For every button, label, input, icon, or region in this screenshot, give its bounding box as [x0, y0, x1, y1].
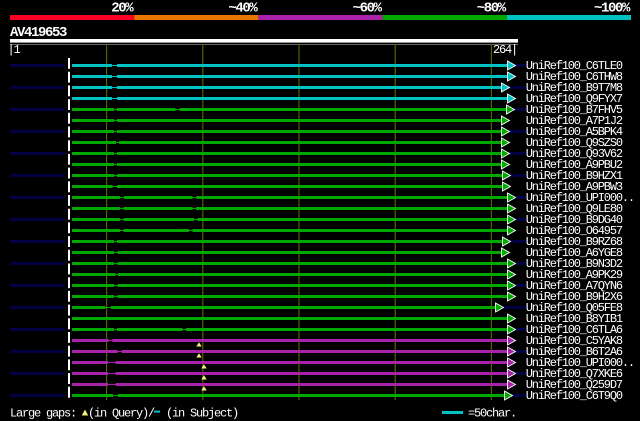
svg-text:(in Query)/: (in Query)/	[88, 406, 155, 420]
svg-text:Large gaps:: Large gaps:	[10, 406, 76, 420]
svg-text:~100%: ~100%	[594, 1, 631, 17]
svg-text:~80%: ~80%	[477, 1, 507, 17]
svg-text:|1: |1	[8, 43, 21, 57]
svg-text:AV419653: AV419653	[10, 25, 67, 41]
svg-text:(in Subject): (in Subject)	[166, 406, 238, 420]
svg-text:264|: 264|	[493, 43, 517, 57]
svg-text:=50char.: =50char.	[468, 406, 516, 420]
svg-text:~40%: ~40%	[228, 1, 258, 17]
svg-text:~60%: ~60%	[353, 1, 383, 17]
svg-text:20%: 20%	[111, 1, 134, 17]
svg-text:UniRef100_C6T9Q0: UniRef100_C6T9Q0	[526, 389, 623, 403]
